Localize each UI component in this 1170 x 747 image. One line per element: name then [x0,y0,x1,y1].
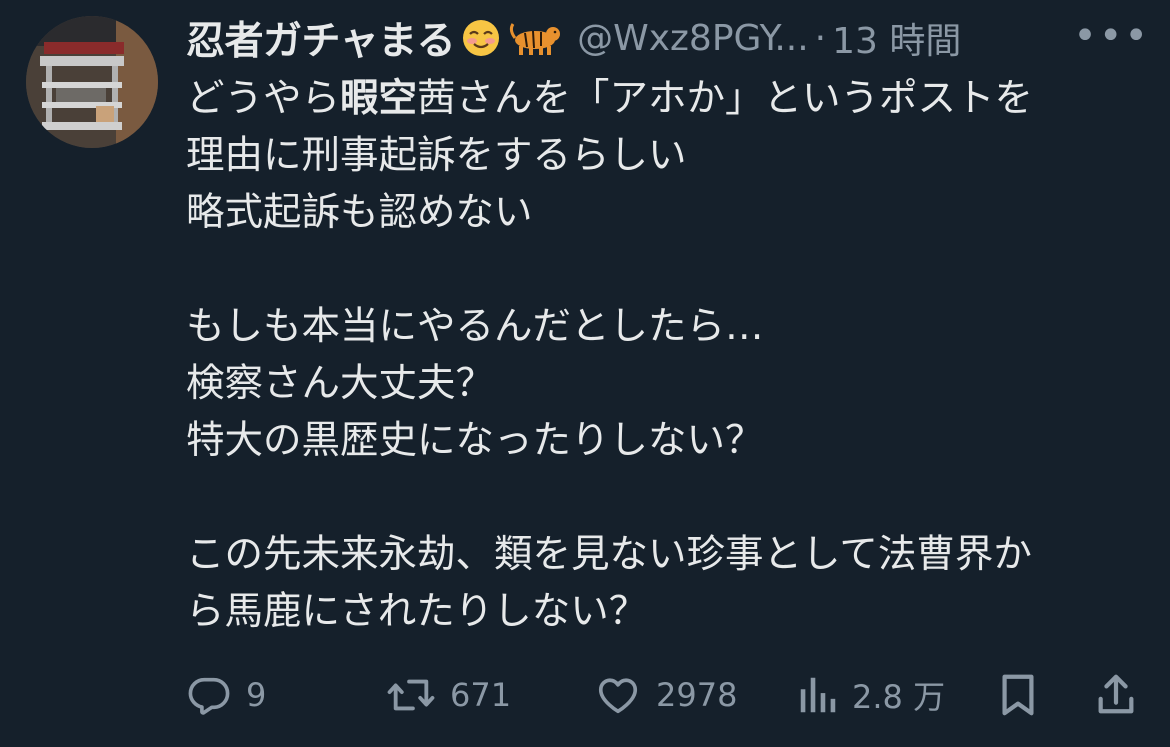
repost-button[interactable]: 671 [386,665,511,725]
post-line-2: 理由に刑事起訴をするらしい [186,133,687,178]
post-line-1-bold: 暇空 [340,76,418,121]
avatar[interactable] [26,16,158,148]
post-text: どうやら暇空茜さんを「アホか」というポストを 理由に刑事起訴をするらしい 略式起… [186,70,1146,640]
share-button[interactable] [1094,665,1138,725]
post-line-4: もしも本当にやるんだとしたら… [186,304,764,349]
separator-dot: · [814,17,827,59]
bookmark-icon [1002,674,1034,716]
display-name[interactable]: 忍者ガチャまる [186,10,456,66]
reply-icon [188,677,230,715]
post-line-8: ら馬鹿にされたりしない？ [186,589,648,634]
tweet: 忍者ガチャまる @Wxz8PGY... · 13 時間 ••• どうやら暇空茜さ… [0,0,1170,747]
repost-count: 671 [450,676,512,714]
post-line-6: 特大の黒歴史になったりしない？ [186,418,764,463]
author-handle[interactable]: @Wxz8PGY... [577,18,809,59]
tiger-emoji [507,20,563,56]
views-chart-icon [800,677,836,713]
post-line-3: 略式起訴も認めない [186,190,533,235]
more-options-icon[interactable]: ••• [1073,16,1150,56]
post-line-7: この先未来永劫、類を見ない珍事として法曹界か [186,532,1032,577]
post-line-1-post: 茜さんを「アホか」というポストを [417,76,1034,121]
repost-icon [387,679,435,711]
bookmark-button[interactable] [998,665,1038,725]
reply-button[interactable]: 9 [186,665,266,725]
timestamp[interactable]: 13 時間 [832,12,961,64]
heart-icon [598,678,638,714]
reply-count: 9 [246,676,267,714]
tweet-header: 忍者ガチャまる @Wxz8PGY... · 13 時間 ••• [186,10,1150,66]
views-count: 2.8 万 [852,678,946,716]
post-line-1-pre: どうやら [186,76,341,121]
views-button[interactable]: 2.8 万 [798,665,945,725]
post-line-5: 検察さん大丈夫？ [186,361,495,406]
like-button[interactable]: 2978 [594,665,737,725]
smiling-face-emoji [461,18,501,58]
action-bar: 9 671 2978 2.8 万 [186,665,1146,725]
share-icon [1098,674,1134,714]
post-line-1: どうやら暇空茜さんを「アホか」というポストを [186,70,1146,127]
like-count: 2978 [656,676,738,714]
avatar-image [26,16,158,148]
